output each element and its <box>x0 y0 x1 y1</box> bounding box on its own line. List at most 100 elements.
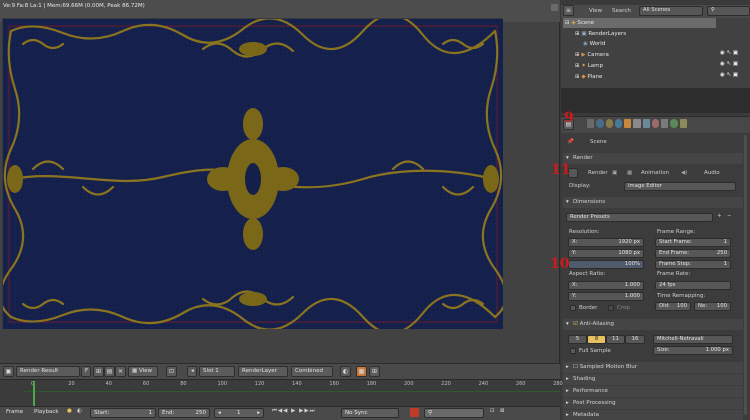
fake-user-button[interactable]: F <box>81 366 91 377</box>
performance-panel-header[interactable]: ▸ Performance <box>563 386 743 397</box>
metadata-panel-header[interactable]: ▸ Metadata <box>563 410 743 420</box>
world-tab-icon[interactable] <box>614 119 623 128</box>
object-tab-icon[interactable] <box>624 119 632 128</box>
playback-menu[interactable]: Playback <box>34 409 59 415</box>
keying-icon[interactable]: ◐ <box>77 408 82 414</box>
outliner-search-field[interactable]: ⚲ <box>707 6 750 16</box>
image-editor-type-icon[interactable]: ▣ <box>3 366 14 377</box>
resolution-percent-slider[interactable]: 100% <box>568 260 644 269</box>
aa-sample-8[interactable]: 8 <box>587 335 606 344</box>
start-field[interactable]: Start: 1 <box>90 408 156 418</box>
aspect-x-field[interactable]: X: 1.000 <box>568 281 644 290</box>
border-label: Border <box>579 305 598 311</box>
border-checkbox[interactable] <box>570 305 576 311</box>
scene-tab-icon[interactable] <box>605 119 613 128</box>
post-processing-panel-header[interactable]: ▸ Post Processing <box>563 398 743 409</box>
zoom-icon[interactable]: ⊡ <box>166 366 177 377</box>
image-pin-icon[interactable]: ⊞ <box>93 366 104 377</box>
end-field[interactable]: End: 250 <box>158 408 210 418</box>
image-browse-icon[interactable]: ▤ <box>104 366 115 377</box>
aa-sample-16[interactable]: 16 <box>625 335 645 344</box>
outliner-row-plane[interactable]: ⊞ ◆ Plane <box>575 72 602 82</box>
constraints-tab-icon[interactable] <box>633 119 641 128</box>
image-name-field[interactable]: Render Result <box>16 366 80 377</box>
frame-step-field[interactable]: Frame Step: 1 <box>655 260 731 269</box>
modifiers-tab-icon[interactable] <box>642 119 650 128</box>
frame-menu[interactable]: Frame <box>6 409 23 415</box>
resolution-y-field[interactable]: Y: 1080 px <box>568 249 644 258</box>
physics-tab-icon[interactable] <box>679 119 687 128</box>
anti-aliasing-panel-header[interactable]: ▾ ☑ Anti-Aliasing <box>563 319 743 330</box>
remove-preset-icon[interactable]: − <box>727 213 732 219</box>
aa-filter-dropdown[interactable]: Mitchell-Netravali <box>653 335 733 344</box>
visibility-eye-icon[interactable]: ◉ ↖ ▣ <box>720 50 738 56</box>
outliner-row-world[interactable]: ◉ World <box>583 39 605 49</box>
crop-checkbox[interactable] <box>608 305 614 311</box>
delete-keyframe-icon[interactable]: ⊠ <box>500 408 505 414</box>
timeline-tick: 160 <box>329 381 339 387</box>
current-frame-marker[interactable] <box>33 381 35 406</box>
properties-scrollbar[interactable] <box>744 135 747 415</box>
motion-blur-panel-header[interactable]: ▸ ☐ Sampled Motion Blur <box>563 362 743 373</box>
dimensions-panel-header[interactable]: ▾ Dimensions <box>563 197 743 208</box>
keying-set-field[interactable]: ⚲ <box>424 408 484 418</box>
layers-tab-icon[interactable] <box>596 119 604 128</box>
outliner-row-renderlayers[interactable]: ⊞ ▣ RenderLayers <box>575 29 626 39</box>
scene-filter-dropdown[interactable]: All Scenes <box>639 6 703 16</box>
aa-sample-5[interactable]: 5 <box>568 335 587 344</box>
shading-panel-header[interactable]: ▸ Shading <box>563 374 743 385</box>
texture-tab-icon[interactable] <box>661 119 669 128</box>
visibility-eye-icon[interactable]: ◉ ↖ ▣ <box>720 72 738 78</box>
panel-title: Performance <box>573 388 608 394</box>
keyframe-record-icon[interactable] <box>410 408 419 417</box>
aa-checkbox-icon[interactable]: ☑ <box>573 321 580 327</box>
render-panel-header[interactable]: ▾ Render <box>563 153 743 164</box>
render-button[interactable]: Render <box>588 170 608 176</box>
current-frame-field[interactable]: ◂ 1 ▸ <box>214 408 264 418</box>
outliner-search-menu[interactable]: Search <box>612 8 631 14</box>
aa-sample-11[interactable]: 11 <box>606 335 625 344</box>
full-sample-checkbox[interactable] <box>570 348 576 354</box>
pass-dropdown[interactable]: Combined <box>291 366 333 377</box>
remap-new-field[interactable]: Ne: 100 <box>694 302 731 311</box>
sync-dropdown[interactable]: No Sync <box>341 408 399 418</box>
pin-icon[interactable]: 📌 <box>567 139 574 145</box>
frame-rate-dropdown[interactable]: 24 fps <box>655 281 731 290</box>
outliner-editor-icon[interactable]: ≡ <box>563 5 574 16</box>
slot-prev-icon[interactable]: ◂ <box>187 366 197 377</box>
add-preset-icon[interactable]: + <box>717 213 722 219</box>
render-tab-icon[interactable] <box>587 119 595 128</box>
start-frame-field[interactable]: Start Frame: 1 <box>655 238 731 247</box>
material-tab-icon[interactable] <box>651 119 660 128</box>
panel-title: Metadata <box>573 412 600 418</box>
audio-button[interactable]: Audio <box>704 170 720 176</box>
display-channels-icon[interactable]: ◐ <box>340 366 351 377</box>
view-menu[interactable]: ▦ View <box>128 366 158 377</box>
particles-tab-icon[interactable] <box>670 119 678 128</box>
aspect-y-field[interactable]: Y: 1.000 <box>568 292 644 301</box>
layer-dropdown[interactable]: RenderLayer <box>238 366 288 377</box>
remap-old-field[interactable]: Old: 100 <box>655 302 691 311</box>
display-dropdown[interactable]: Image Editor <box>624 182 736 191</box>
outliner-view-menu[interactable]: View <box>589 8 602 14</box>
outliner-row-lamp[interactable]: ⊞ ✦ Lamp <box>575 61 603 71</box>
render-presets-dropdown[interactable]: Render Presets <box>566 213 713 222</box>
field-value: 1 <box>723 261 727 267</box>
resolution-x-field[interactable]: X: 1920 px <box>568 238 644 247</box>
visibility-eye-icon[interactable]: ◉ ↖ ▣ <box>720 61 738 67</box>
pin-image-icon[interactable]: ⊞ <box>369 366 380 377</box>
record-icon[interactable]: ● <box>67 408 72 414</box>
slot-dropdown[interactable]: Slot 1 <box>199 366 235 377</box>
outliner-row-camera[interactable]: ⊞ ▶ Camera <box>575 50 609 60</box>
timeline[interactable] <box>0 379 560 406</box>
outliner-row-scene[interactable]: ⊟ ◈ Scene <box>565 18 594 28</box>
animation-button[interactable]: Animation <box>641 170 669 176</box>
render-slot-icon[interactable]: ▦ <box>356 366 367 377</box>
area-corner-icon[interactable] <box>551 4 558 11</box>
playback-controls-icon[interactable]: ⏮◀◀ ▶ ▶▶⏭ <box>272 408 316 415</box>
end-frame-field[interactable]: End Frame: 250 <box>655 249 731 258</box>
image-close-icon[interactable]: ✕ <box>115 366 126 377</box>
aa-size-field[interactable]: Size: 1.000 px <box>653 346 733 355</box>
insert-keyframe-icon[interactable]: ⊡ <box>490 408 495 414</box>
mb-checkbox-icon[interactable]: ☐ <box>573 364 580 370</box>
